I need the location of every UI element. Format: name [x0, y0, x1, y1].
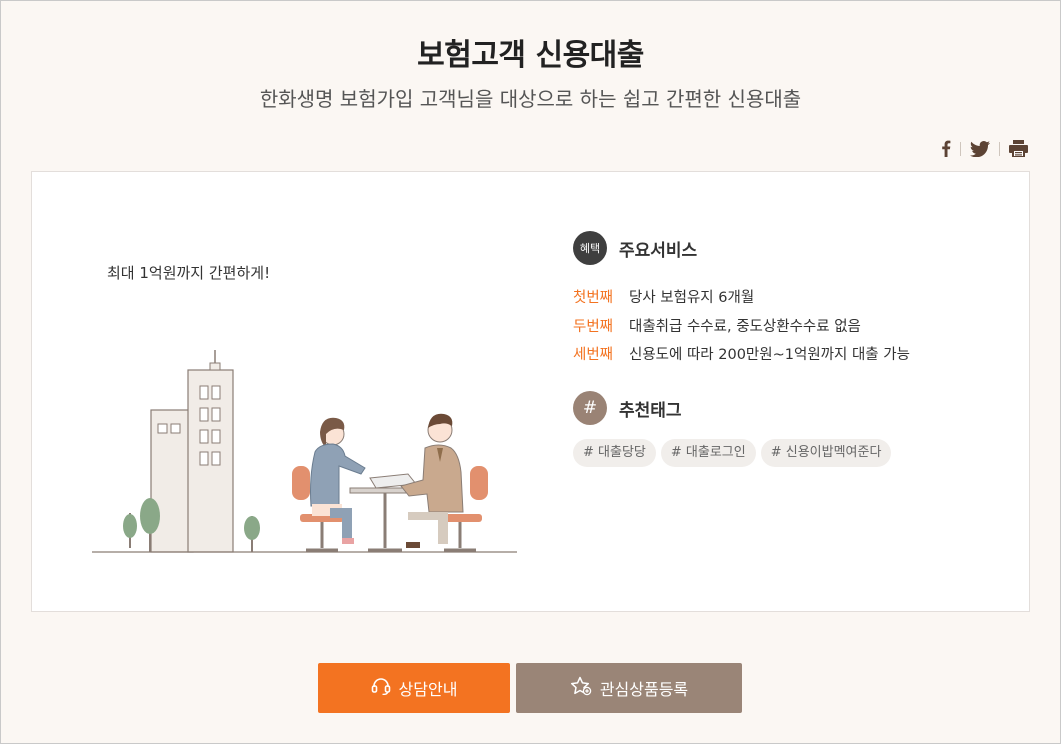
share-divider: [960, 141, 961, 156]
tag-chip[interactable]: # 신용이밥멕여준다: [760, 439, 892, 467]
service-text: 당사 보험유지 6개월: [629, 290, 755, 306]
tag-chip[interactable]: # 대출로그인: [660, 439, 756, 467]
service-text: 대출취급 수수료, 중도상환수수료 없음: [629, 318, 861, 335]
card-tagline: 최대 1억원까지 간편하게!: [107, 264, 271, 282]
add-favorite-button[interactable]: 관심상품등록: [516, 663, 742, 713]
service-text: 신용도에 따라 200만원~1억원까지 대출 가능: [629, 347, 910, 363]
page-title: 보험고객 신용대출: [417, 38, 644, 73]
share-bar: [941, 140, 1028, 157]
benefit-badge: 혜택: [573, 231, 607, 265]
headset-icon: [371, 677, 391, 699]
list-item: 두번째 대출취급 수수료, 중도상환수수료 없음: [573, 313, 910, 342]
share-divider: [999, 141, 1000, 156]
product-card: 최대 1억원까지 간편하게! 혜택 주요서비스 첫번째 당사 보험유지 6개월 …: [31, 171, 1030, 612]
list-item: 첫번째 당사 보험유지 6개월: [573, 284, 910, 313]
consult-button-label: 상담안내: [398, 680, 458, 699]
tag-list: # 대출당당 # 대출로그인 # 신용이밥멕여준다: [573, 439, 892, 467]
services-list: 첫번째 당사 보험유지 6개월 두번째 대출취급 수수료, 중도상환수수료 없음…: [573, 284, 910, 370]
add-favorite-button-label: 관심상품등록: [599, 680, 689, 699]
twitter-icon[interactable]: [970, 140, 990, 157]
print-icon[interactable]: [1009, 140, 1028, 157]
tags-title: 추천태그: [619, 400, 682, 421]
facebook-icon[interactable]: [941, 140, 951, 157]
tag-chip[interactable]: # 대출당당: [573, 439, 656, 467]
service-ordinal: 첫번째: [573, 290, 614, 306]
star-plus-icon: [570, 676, 592, 700]
page-subtitle: 한화생명 보험가입 고객님을 대상으로 하는 쉽고 간편한 신용대출: [259, 87, 802, 111]
hashtag-badge: #: [573, 391, 607, 425]
service-ordinal: 세번째: [573, 347, 614, 363]
services-heading: 혜택 주요서비스: [573, 231, 697, 265]
consult-button[interactable]: 상담안내: [318, 663, 510, 713]
services-title: 주요서비스: [619, 240, 698, 261]
service-ordinal: 두번째: [573, 318, 614, 335]
tags-heading: # 추천태그: [573, 391, 682, 425]
list-item: 세번째 신용도에 따라 200만원~1억원까지 대출 가능: [573, 341, 910, 370]
loan-consultation-illustration: [92, 350, 517, 553]
